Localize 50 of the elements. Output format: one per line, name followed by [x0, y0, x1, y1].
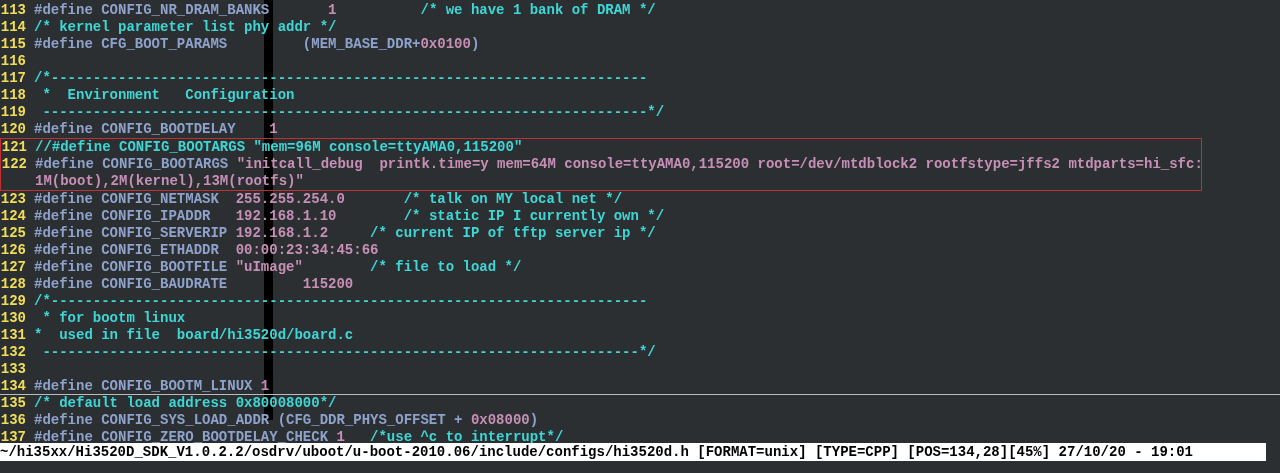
line-number: 128: [0, 276, 27, 293]
code-line: //#define CONFIG_BOOTARGS "mem=96M console=ttyAMA0,115200": [35, 139, 523, 156]
line-number: 136: [0, 412, 27, 429]
line-number: 127: [0, 259, 27, 276]
code-line: #define CONFIG_ETHADDR 00:00:23:34:45:66: [34, 242, 379, 259]
code-line: #define CONFIG_IPADDR 192.168.1.10 /* static IP I currently own */: [34, 208, 665, 225]
line-number: 132: [0, 344, 27, 361]
line-number: 119: [0, 104, 27, 121]
line-number: 121: [1, 139, 28, 156]
line-number: 126: [0, 242, 27, 259]
line-number: 124: [0, 208, 27, 225]
code-line: #define CONFIG_SERVERIP 192.168.1.2 /* current IP of tftp server ip */: [34, 225, 656, 242]
line-number: 115: [0, 36, 27, 53]
code-line: /*-----------------------------------------------------------------------: [34, 293, 648, 310]
line-number: 125: [0, 225, 27, 242]
line-number: 120: [0, 121, 27, 138]
line-number: 123: [0, 191, 27, 208]
line-number: 137: [0, 429, 27, 443]
code-line: #define CONFIG_BOOTARGS "initcall_debug printk.time=y mem=64M console=ttyAMA0,115200 root=/dev/mtdblock2 rootfstype=jffs2 mtdparts=hi_sfc:: [35, 156, 1203, 173]
line-number: 114: [0, 19, 27, 36]
line-number: 122: [1, 156, 28, 173]
code-line: -----------------------------------------------------------------------*/: [41, 344, 656, 361]
code-line: 1M(boot),2M(kernel),13M(rootfs)": [35, 173, 304, 190]
code-line: #define CONFIG_NETMASK 255.255.254.0 /* talk on MY local net */: [34, 191, 623, 208]
line-number: 116: [0, 53, 27, 70]
code-line: * used in file board/hi3520d/board.c: [34, 327, 354, 344]
code-line: /*-----------------------------------------------------------------------: [34, 70, 648, 87]
line-number: 130: [0, 310, 27, 327]
code-line: #define CONFIG_BOOTM_LINUX 1: [34, 378, 270, 394]
line-number: 113: [0, 2, 27, 19]
line-number: 117: [0, 70, 27, 87]
code-line: #define CONFIG_BOOTFILE "uImage" /* file to load */: [34, 259, 522, 276]
code-line: #define CFG_BOOT_PARAMS (MEM_BASE_DDR+0x0100): [34, 36, 480, 53]
line-number: 135: [0, 395, 27, 412]
line-number: 133: [0, 361, 27, 378]
line-number: 131: [0, 327, 27, 344]
code-line: * Environment Configuration: [41, 87, 295, 104]
code-line: ------------------------------------------------------------------------*/: [41, 104, 665, 121]
code-line: #define CONFIG_BAUDRATE 115200: [34, 276, 354, 293]
code-line: #define CONFIG_ZERO_BOOTDELAY_CHECK 1 /*use ^c to interrupt*/: [34, 429, 564, 443]
code-line: /* kernel parameter list phy addr */: [34, 19, 337, 36]
code-line: #define CONFIG_NR_DRAM_BANKS 1 /* we have 1 bank of DRAM */: [34, 2, 656, 19]
line-number: 134: [0, 378, 27, 394]
code-line: * for bootm linux: [41, 310, 186, 327]
code-line: #define CONFIG_SYS_LOAD_ADDR (CFG_DDR_PHYS_OFFSET + 0x08000): [34, 412, 539, 429]
code-line: /* default load address 0x80008000*/: [34, 395, 337, 412]
line-number: 118: [0, 87, 27, 104]
status-bar: ~/hi35xx/Hi3520D_SDK_V1.0.2.2/osdrv/uboot/u-boot-2010.06/include/configs/hi3520d.h [FORMAT=unix] [TYPE=CPP] [POS=134,28][45%] 27/10/20 - 19:01: [0, 443, 1266, 461]
line-number: 129: [0, 293, 27, 310]
code-line: #define CONFIG_BOOTDELAY 1: [34, 121, 278, 138]
